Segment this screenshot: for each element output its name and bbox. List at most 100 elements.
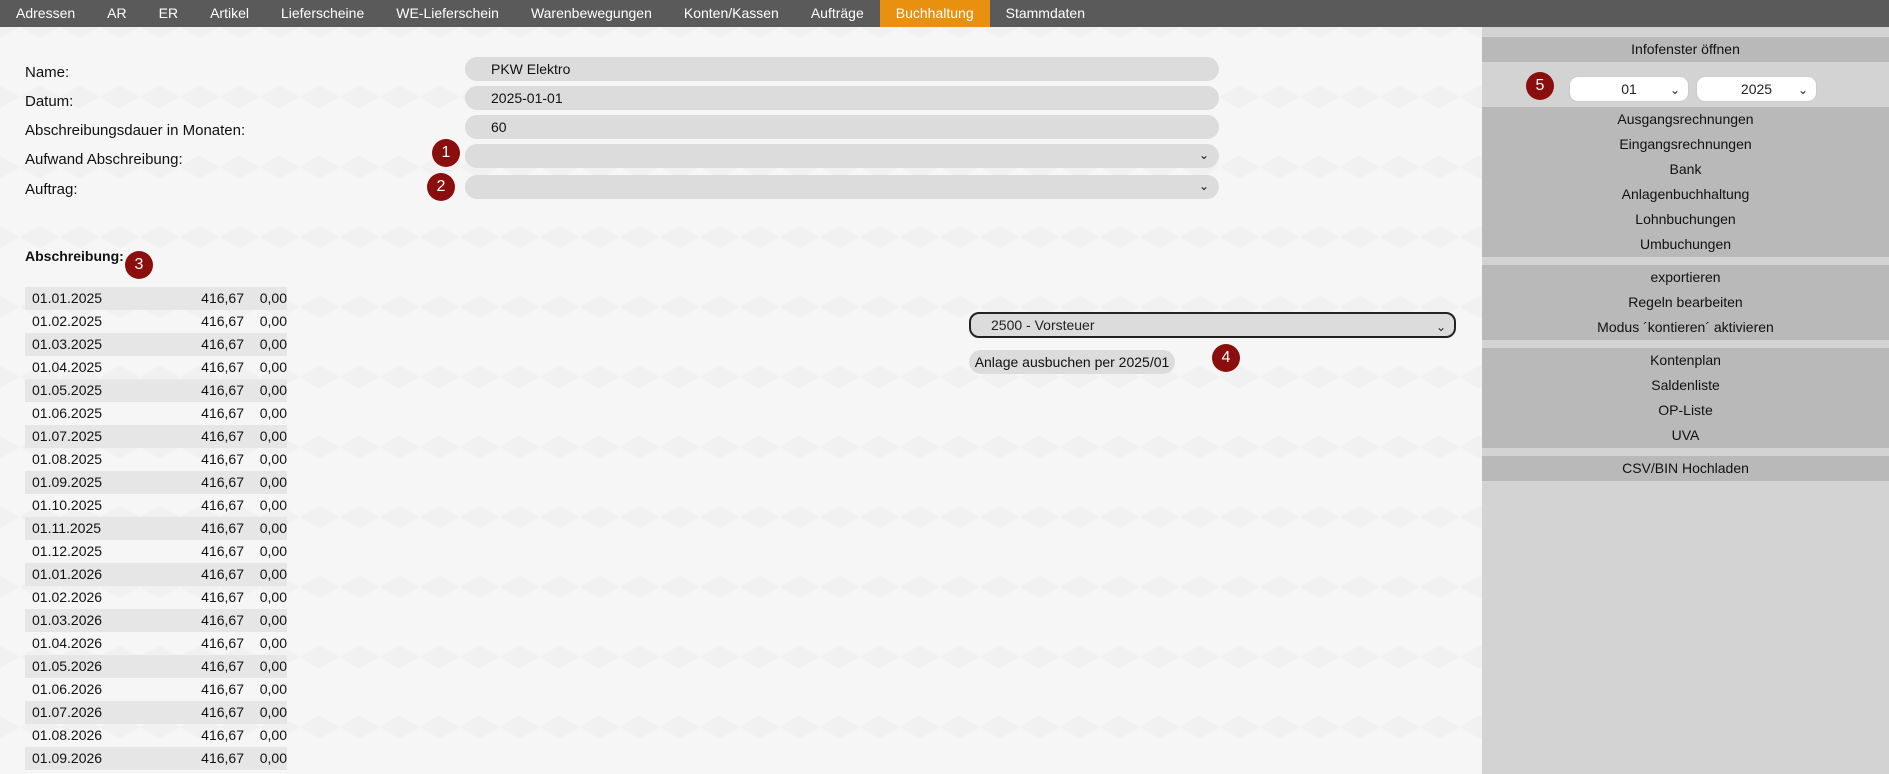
nav-item-we-lieferschein[interactable]: WE-Lieferschein (380, 0, 515, 27)
account-select[interactable]: 2500 - Vorsteuer ⌄ (969, 312, 1456, 338)
sidebar-item-uva[interactable]: UVA (1482, 423, 1889, 448)
schedule-rest: 0,00 (259, 382, 287, 398)
sidebar: Infofenster öffnen 5 01 ⌄ 2025 ⌄ Ausgang… (1482, 27, 1889, 774)
schedule-row: 01.10.2025 416,67 0,00 (25, 494, 287, 517)
nav-item-lieferscheine[interactable]: Lieferscheine (265, 0, 380, 27)
schedule-row: 01.11.2025 416,67 0,00 (25, 517, 287, 540)
schedule-amount: 416,67 (201, 635, 244, 651)
badge-1: 1 (432, 139, 460, 167)
nav-item-stammdaten[interactable]: Stammdaten (990, 0, 1101, 27)
schedule-row: 01.07.2026 416,67 0,00 (25, 701, 287, 724)
schedule-date: 01.04.2026 (32, 635, 103, 651)
infofenster-button[interactable]: Infofenster öffnen (1482, 37, 1889, 62)
sidebar-item-op-liste[interactable]: OP-Liste (1482, 398, 1889, 423)
schedule-row: 01.01.2026 416,67 0,00 (25, 563, 287, 586)
schedule-row: 01.07.2025 416,67 0,00 (25, 425, 287, 448)
sidebar-item-modus-kontieren-aktivieren[interactable]: Modus ´kontieren´ aktivieren (1482, 315, 1889, 340)
year-select-value: 2025 (1740, 81, 1773, 97)
schedule-amount: 416,67 (201, 336, 244, 352)
sidebar-item-anlagenbuchhaltung[interactable]: Anlagenbuchhaltung (1482, 182, 1889, 207)
sidebar-item-saldenliste[interactable]: Saldenliste (1482, 373, 1889, 398)
schedule-row: 01.05.2026 416,67 0,00 (25, 655, 287, 678)
badge-2: 2 (427, 173, 455, 201)
schedule-amount: 416,67 (201, 359, 244, 375)
schedule-date: 01.09.2025 (32, 474, 103, 490)
datum-field[interactable]: 2025-01-01 (465, 86, 1219, 110)
schedule-amount: 416,67 (201, 428, 244, 444)
schedule-date: 01.02.2026 (32, 589, 103, 605)
schedule-amount: 416,67 (201, 612, 244, 628)
schedule-amount: 416,67 (201, 290, 244, 306)
nav-item-warenbewegungen[interactable]: Warenbewegungen (515, 0, 668, 27)
sidebar-item-kontenplan[interactable]: Kontenplan (1482, 348, 1889, 373)
sidebar-group-tools: exportieren Regeln bearbeiten Modus ´konti… (1482, 265, 1889, 340)
schedule-amount: 416,67 (201, 750, 244, 766)
schedule-amount: 416,67 (201, 727, 244, 743)
schedule-row: 01.06.2026 416,67 0,00 (25, 678, 287, 701)
main-content: Name: PKW Elektro Datum: 2025-01-01 Absc… (0, 27, 1482, 774)
schedule-rest: 0,00 (259, 451, 287, 467)
nav-item-buchhaltung[interactable]: Buchhaltung (879, 0, 990, 27)
schedule-rest: 0,00 (259, 405, 287, 421)
schedule-rest: 0,00 (259, 359, 287, 375)
schedule-rest: 0,00 (259, 474, 287, 490)
schedule-amount: 416,67 (201, 681, 244, 697)
schedule-date: 01.07.2025 (32, 428, 103, 444)
dauer-field[interactable]: 60 (465, 115, 1219, 139)
nav-item-adressen[interactable]: Adressen (0, 0, 91, 27)
schedule-row: 01.02.2025 416,67 0,00 (25, 310, 287, 333)
schedule-rest: 0,00 (259, 658, 287, 674)
schedule-rest: 0,00 (259, 704, 287, 720)
schedule-date: 01.04.2025 (32, 359, 103, 375)
sidebar-item-eingangsrechnungen[interactable]: Eingangsrechnungen (1482, 132, 1889, 157)
sidebar-group-reports: Kontenplan Saldenliste OP-Liste UVA (1482, 348, 1889, 448)
sidebar-item-lohnbuchungen[interactable]: Lohnbuchungen (1482, 207, 1889, 232)
schedule-rest: 0,00 (259, 750, 287, 766)
schedule-row: 01.08.2025 416,67 0,00 (25, 448, 287, 471)
nav-item-er[interactable]: ER (143, 0, 194, 27)
sidebar-item-bank[interactable]: Bank (1482, 157, 1889, 182)
schedule-date: 01.03.2025 (32, 336, 103, 352)
abschreibung-title: Abschreibung: (25, 248, 124, 264)
csv-upload-button[interactable]: CSV/BIN Hochladen (1482, 456, 1889, 481)
datum-label: Datum: (25, 93, 74, 110)
sidebar-item-umbuchungen[interactable]: Umbuchungen (1482, 232, 1889, 257)
schedule-date: 01.02.2025 (32, 313, 103, 329)
schedule-rest: 0,00 (259, 727, 287, 743)
nav-item-aufträge[interactable]: Aufträge (795, 0, 880, 27)
schedule-date: 01.05.2025 (32, 382, 103, 398)
book-asset-button[interactable]: Anlage ausbuchen per 2025/01 (969, 350, 1175, 374)
month-select[interactable]: 01 ⌄ (1569, 76, 1689, 102)
chevron-down-icon: ⌄ (1198, 148, 1209, 162)
year-select[interactable]: 2025 ⌄ (1696, 76, 1817, 102)
top-navigation: Adressen AR ER Artikel Lieferscheine WE-Liefe… (0, 0, 1889, 27)
schedule-amount: 416,67 (201, 382, 244, 398)
schedule-amount: 416,67 (201, 474, 244, 490)
depreciation-schedule: 01.01.2025 416,67 0,00 01.02.2025 416,67 0,00… (25, 287, 287, 770)
schedule-rest: 0,00 (259, 313, 287, 329)
schedule-date: 01.11.2025 (32, 520, 102, 536)
schedule-date: 01.08.2025 (32, 451, 103, 467)
nav-item-ar[interactable]: AR (91, 0, 142, 27)
name-field[interactable]: PKW Elektro (465, 57, 1219, 81)
sidebar-item-ausgangsrechnungen[interactable]: Ausgangsrechnungen (1482, 107, 1889, 132)
aufwand-select[interactable]: ⌄ (465, 144, 1219, 168)
schedule-rest: 0,00 (259, 428, 287, 444)
schedule-rest: 0,00 (259, 543, 287, 559)
name-label: Name: (25, 64, 70, 81)
sidebar-item-exportieren[interactable]: exportieren (1482, 265, 1889, 290)
schedule-rest: 0,00 (259, 635, 287, 651)
schedule-rest: 0,00 (259, 336, 287, 352)
nav-item-artikel[interactable]: Artikel (194, 0, 265, 27)
schedule-row: 01.05.2025 416,67 0,00 (25, 379, 287, 402)
schedule-date: 01.10.2025 (32, 497, 103, 513)
auftrag-select[interactable]: ⌄ (465, 175, 1219, 199)
month-select-value: 01 (1621, 81, 1637, 97)
schedule-amount: 416,67 (201, 451, 244, 467)
sidebar-item-regeln-bearbeiten[interactable]: Regeln bearbeiten (1482, 290, 1889, 315)
nav-item-konten-kassen[interactable]: Konten/Kassen (668, 0, 795, 27)
schedule-rest: 0,00 (259, 290, 287, 306)
chevron-down-icon: ⌄ (1435, 320, 1446, 334)
schedule-amount: 416,67 (201, 313, 244, 329)
schedule-date: 01.01.2026 (32, 566, 103, 582)
